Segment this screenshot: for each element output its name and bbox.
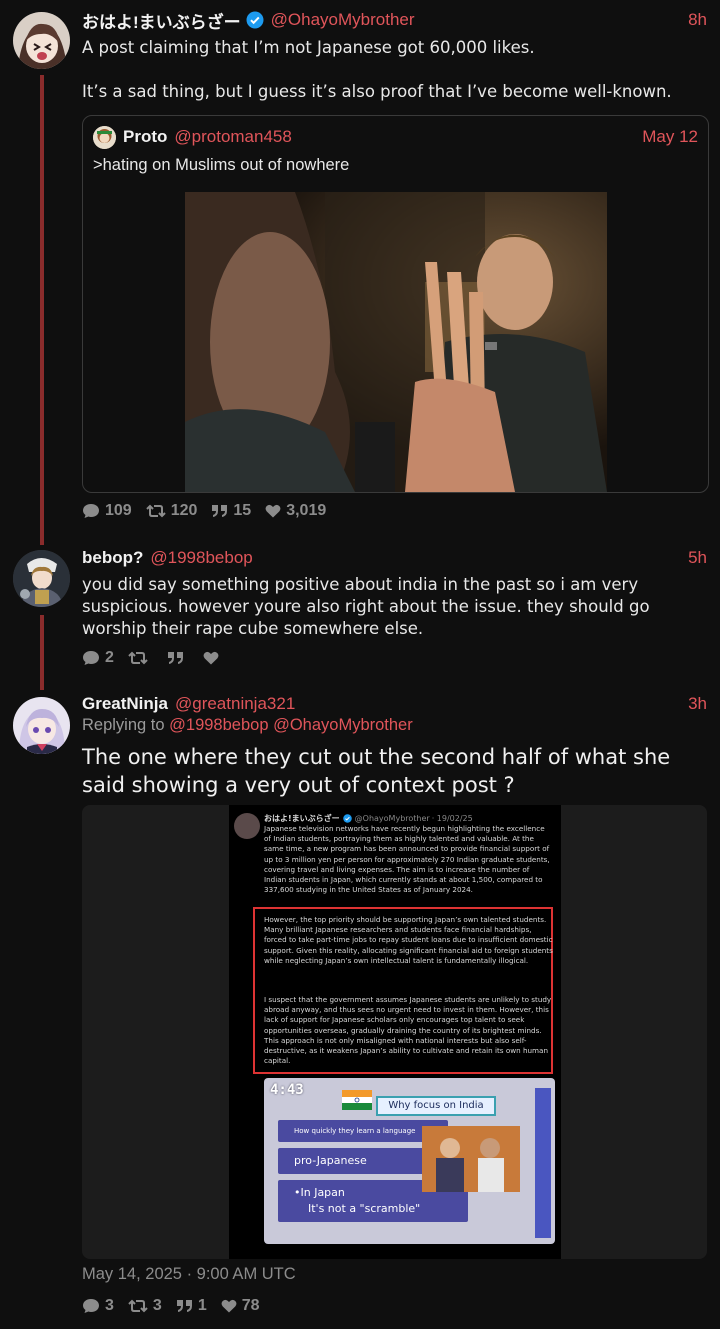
- quote-text: >hating on Muslims out of nowhere: [93, 156, 350, 174]
- embedded-paragraph: Japanese television networks have recent…: [264, 824, 550, 895]
- retweet-count: 120: [170, 502, 198, 519]
- reply-icon: [83, 1299, 99, 1313]
- author-handle[interactable]: @greatninja321: [175, 694, 295, 714]
- post-text-line1: A post claiming that I’m not Japanese go…: [82, 38, 535, 57]
- embedded-screenshot: おはよ!まいぶらざー @OhayoMybrother · 19/02/25 Ja…: [229, 805, 561, 1259]
- like-stat[interactable]: 78: [221, 1297, 260, 1315]
- quote-author-name[interactable]: Proto: [123, 127, 167, 147]
- quote-stat[interactable]: 1: [176, 1297, 207, 1315]
- embedded-name: おはよ!まいぶらざー: [264, 813, 340, 823]
- retweet-count: 3: [152, 1297, 162, 1314]
- retweet-stat[interactable]: 3: [128, 1297, 162, 1315]
- tv-photo: [422, 1126, 520, 1192]
- post-time[interactable]: 8h: [688, 10, 707, 30]
- reply-icon: [83, 504, 99, 518]
- quote-stat[interactable]: 15: [211, 502, 251, 520]
- quote-avatar[interactable]: [93, 125, 116, 149]
- quote-icon: [212, 505, 228, 517]
- reply-icon: [83, 651, 99, 665]
- tv-screen-image: 4:43 Why focus on India How quickly they…: [264, 1078, 555, 1244]
- author-handle[interactable]: @OhayoMybrother: [271, 10, 415, 30]
- post-text: A post claiming that I’m not Japanese go…: [82, 37, 707, 103]
- tv-item: How quickly they learn a language: [294, 1127, 416, 1135]
- quoted-post[interactable]: Proto @protoman458 May 12 >hating on Mus…: [82, 115, 709, 493]
- verified-badge-icon: [342, 813, 352, 823]
- retweet-stat[interactable]: 120: [145, 502, 198, 520]
- embedded-handle: @OhayoMybrother: [354, 813, 430, 823]
- embedded-paragraph: However, the top priority should be supp…: [264, 915, 553, 965]
- author-handle[interactable]: @1998bebop: [150, 548, 252, 568]
- replying-to-link[interactable]: @1998bebop: [169, 716, 268, 734]
- post-time[interactable]: 3h: [688, 694, 707, 714]
- post-bebop[interactable]: bebop? @1998bebop 5h you did say somethi…: [0, 540, 720, 690]
- author-name[interactable]: GreatNinja: [82, 694, 168, 714]
- post-stats: 2: [82, 649, 238, 667]
- tv-title: Why focus on India: [376, 1096, 496, 1116]
- retweet-icon: [145, 504, 166, 518]
- replying-to-link[interactable]: @OhayoMybrother: [273, 716, 413, 734]
- like-count: 78: [241, 1297, 260, 1314]
- avatar[interactable]: [13, 697, 70, 754]
- post-time[interactable]: 5h: [688, 548, 707, 568]
- heart-icon: [203, 651, 219, 665]
- quote-stat[interactable]: [167, 651, 189, 665]
- reply-stat[interactable]: 3: [82, 1297, 114, 1315]
- retweet-icon: [128, 651, 148, 665]
- quote-count: 15: [233, 502, 252, 519]
- tv-item: pro-Japanese: [294, 1154, 367, 1167]
- retweet-icon: [128, 1299, 148, 1313]
- author-name[interactable]: bebop?: [82, 548, 143, 568]
- quote-icon: [176, 1300, 192, 1312]
- reply-stat[interactable]: 109: [82, 502, 132, 520]
- heart-icon: [221, 1299, 237, 1313]
- tv-clock: 4:43: [270, 1082, 304, 1098]
- post-attachment-image[interactable]: おはよ!まいぶらざー @OhayoMybrother · 19/02/25 Ja…: [82, 805, 707, 1259]
- avatar[interactable]: [13, 550, 70, 607]
- like-stat[interactable]: [203, 651, 224, 665]
- thread-line: [40, 615, 44, 690]
- replying-prefix: Replying to: [82, 716, 165, 734]
- embedded-avatar: [234, 813, 260, 839]
- like-count: 3,019: [286, 502, 327, 519]
- author-name[interactable]: おはよ!まいぶらざー: [82, 8, 241, 33]
- quote-time[interactable]: May 12: [642, 127, 698, 147]
- verified-badge-icon: [246, 11, 264, 29]
- like-stat[interactable]: 3,019: [265, 502, 326, 520]
- quote-author-handle[interactable]: @protoman458: [174, 127, 291, 147]
- retweet-stat[interactable]: [128, 650, 153, 666]
- post-date[interactable]: May 14, 2025 · 9:00 AM UTC: [82, 1265, 296, 1284]
- reply-count: 2: [105, 649, 114, 666]
- reply-stat[interactable]: 2: [82, 649, 114, 667]
- thread-line: [40, 75, 44, 545]
- quote-movie-still[interactable]: [185, 192, 607, 492]
- post-text-line2: It’s a sad thing, but I guess it’s also …: [82, 82, 672, 101]
- embedded-date: · 19/02/25: [431, 813, 473, 823]
- heart-icon: [265, 504, 281, 518]
- quote-count: 1: [197, 1297, 207, 1314]
- replying-to: Replying to @1998bebop @OhayoMybrother: [82, 716, 413, 735]
- reply-count: 109: [105, 502, 132, 519]
- post-ohayo[interactable]: おはよ!まいぶらざー @OhayoMybrother 8h A post cla…: [0, 0, 720, 545]
- post-text: you did say something positive about ind…: [82, 575, 650, 638]
- embedded-paragraph: I suspect that the government assumes Ja…: [264, 995, 552, 1066]
- post-stats: 3 3 1 78: [82, 1297, 274, 1315]
- quote-icon: [167, 652, 183, 664]
- reply-count: 3: [105, 1297, 114, 1314]
- avatar[interactable]: [13, 12, 70, 69]
- post-stats: 109 120 15 3,019: [82, 502, 340, 520]
- tv-item: It's not a "scramble": [308, 1202, 421, 1215]
- india-flag-icon: [342, 1090, 372, 1110]
- post-text: The one where they cut out the second ha…: [82, 745, 671, 797]
